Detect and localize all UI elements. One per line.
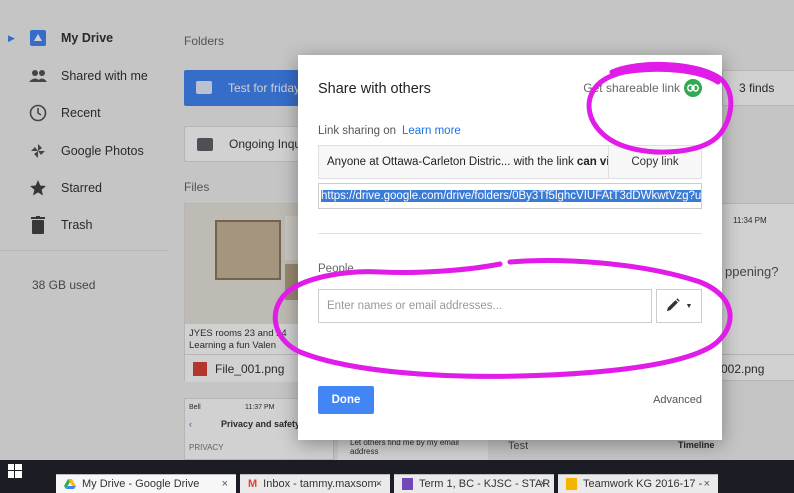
- learn-more-link[interactable]: Learn more: [402, 125, 461, 137]
- shareable-link-label: Get shareable link: [583, 81, 680, 95]
- browser-tab-slides[interactable]: Teamwork KG 2016-17 - ×: [558, 474, 718, 493]
- tab-label: My Drive - Google Drive: [82, 478, 200, 490]
- taskbar: My Drive - Google Drive × M Inbox - tamm…: [0, 460, 794, 493]
- drive-app: ▶ My Drive Shared with me Recent Google …: [0, 0, 794, 460]
- dialog-title: Share with others: [318, 81, 431, 97]
- permission-level: can vie...: [576, 156, 608, 168]
- dropdown-arrow-icon: ▼: [685, 302, 693, 310]
- close-icon[interactable]: ×: [704, 478, 710, 490]
- link-icon[interactable]: [684, 79, 702, 97]
- share-url-text: https://drive.google.com/drive/folders/0…: [321, 190, 701, 202]
- close-icon[interactable]: ×: [222, 478, 228, 490]
- close-icon[interactable]: ×: [376, 478, 382, 490]
- drive-icon: [64, 478, 76, 490]
- copy-link-button[interactable]: Copy link: [609, 146, 701, 178]
- share-url-field[interactable]: https://drive.google.com/drive/folders/0…: [318, 183, 702, 209]
- link-sharing-status: Link sharing on Learn more: [318, 125, 461, 137]
- people-label: People: [318, 263, 354, 275]
- get-shareable-link[interactable]: Get shareable link: [583, 79, 702, 97]
- link-permission-box: Anyone at Ottawa-Carleton Distric... wit…: [318, 145, 702, 179]
- tab-label: Teamwork KG 2016-17 -: [583, 478, 703, 490]
- pencil-icon: [666, 297, 680, 315]
- link-sharing-label: Link sharing on: [318, 125, 396, 137]
- done-button[interactable]: Done: [318, 386, 374, 414]
- people-input-wrapper[interactable]: [318, 289, 652, 323]
- gmail-icon: M: [248, 478, 258, 490]
- slides-icon: [566, 478, 577, 490]
- people-permission-dropdown[interactable]: ▼: [656, 289, 702, 323]
- windows-start-icon[interactable]: [8, 464, 22, 481]
- browser-tab-drive[interactable]: My Drive - Google Drive ×: [56, 474, 236, 493]
- dialog-divider: [318, 233, 702, 234]
- share-dialog: Share with others Get shareable link Lin…: [298, 55, 722, 440]
- link-permission-dropdown[interactable]: Anyone at Ottawa-Carleton Distric... wit…: [319, 146, 609, 178]
- advanced-link[interactable]: Advanced: [653, 394, 702, 406]
- permission-text: Anyone at Ottawa-Carleton Distric... wit…: [327, 156, 574, 168]
- tab-label: Term 1, BC - KJSC - STAR: [419, 478, 551, 490]
- browser-tab-sheets[interactable]: Term 1, BC - KJSC - STAR ×: [394, 474, 554, 493]
- tab-label: Inbox - tammy.maxsom-: [263, 478, 381, 490]
- close-icon[interactable]: ×: [540, 478, 546, 490]
- browser-tab-inbox[interactable]: M Inbox - tammy.maxsom- ×: [240, 474, 390, 493]
- people-input[interactable]: [327, 300, 651, 312]
- sheets-icon: [402, 478, 413, 490]
